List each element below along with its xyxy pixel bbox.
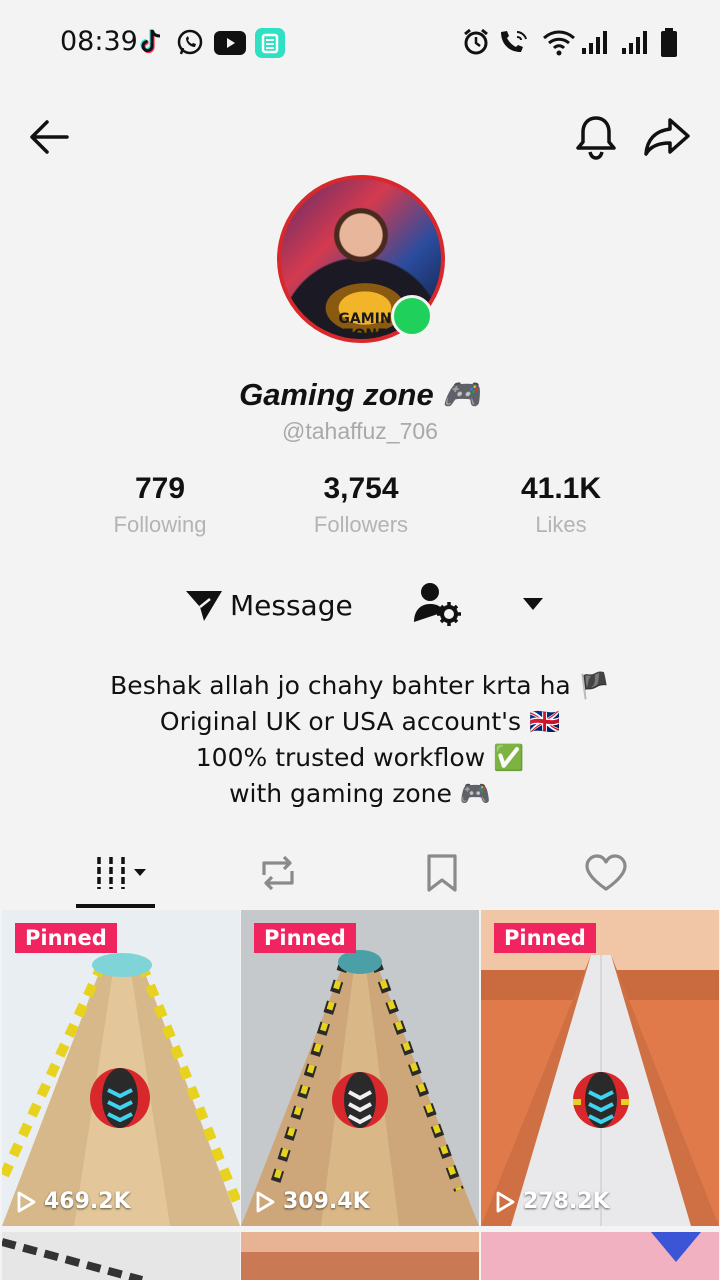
follow-settings-button[interactable]	[412, 580, 464, 630]
bio-line: with gaming zone 🎮	[229, 779, 491, 808]
stat-label: Likes	[535, 512, 587, 537]
bio-line: Beshak allah jo chahy bahter krta ha 🏴	[110, 671, 610, 700]
stat-label: Following	[113, 512, 207, 537]
tiktok-icon	[138, 28, 164, 61]
content-tabs	[0, 838, 720, 910]
status-bar: 08:39	[0, 0, 720, 86]
whatsapp-icon	[175, 28, 205, 63]
active-tab-indicator	[76, 904, 155, 908]
share-button[interactable]	[642, 112, 692, 162]
stat-value: 41.1K	[520, 472, 602, 505]
play-icon	[496, 1191, 515, 1212]
video-thumbnail[interactable]: Pinned 278.2K	[481, 910, 719, 1226]
username: @tahaffuz_706	[282, 418, 438, 444]
status-time: 08:39	[60, 26, 138, 57]
back-arrow-icon	[30, 120, 69, 154]
stat-value: 3,754	[323, 472, 399, 505]
signal-icon	[582, 28, 608, 61]
avatar[interactable]: GAMIN ZONE	[277, 175, 445, 343]
notifications-button[interactable]	[571, 112, 621, 162]
tab-liked[interactable]	[566, 838, 646, 908]
message-label: Message	[230, 588, 353, 622]
stat-value: 779	[134, 472, 186, 505]
video-thumbnail[interactable]	[2, 1232, 240, 1280]
stat-likes[interactable]: 41.1K Likes	[461, 472, 661, 538]
user-settings-icon	[414, 583, 461, 626]
video-thumbnail[interactable]: Pinned 309.4K	[241, 910, 479, 1226]
view-count: 278.2K	[495, 1189, 610, 1214]
message-button[interactable]: Message	[184, 580, 353, 630]
tab-reposts[interactable]	[238, 838, 318, 908]
display-name: Gaming zone 🎮	[239, 377, 481, 412]
game-scene-image	[481, 910, 719, 1226]
profile-header	[0, 100, 720, 170]
profile-actions: Message	[0, 578, 720, 634]
pinned-badge: Pinned	[254, 923, 356, 953]
app-icon	[255, 28, 285, 63]
video-thumbnail[interactable]	[241, 1232, 479, 1280]
view-count-label: 469.2K	[44, 1189, 131, 1214]
stat-following[interactable]: 779 Following	[60, 472, 260, 538]
more-options-button[interactable]	[512, 588, 554, 620]
repost-icon	[262, 855, 294, 891]
game-scene-image	[241, 1232, 479, 1280]
game-scene-image	[2, 910, 240, 1226]
game-scene-image	[2, 1232, 240, 1280]
battery-icon	[660, 28, 678, 63]
signal-icon	[622, 28, 648, 61]
view-count-label: 309.4K	[283, 1189, 370, 1214]
bookmark-icon	[427, 854, 457, 892]
bio: Beshak allah jo chahy bahter krta ha 🏴 O…	[0, 668, 720, 812]
bio-line: Original UK or USA account's 🇬🇧	[159, 707, 561, 736]
grid-columns-icon	[97, 857, 146, 889]
pinned-badge: Pinned	[15, 923, 117, 953]
wifi-icon	[542, 28, 576, 61]
wifi-call-icon	[497, 28, 531, 61]
back-button[interactable]	[24, 112, 74, 162]
game-scene-image	[481, 1232, 719, 1280]
tab-saved[interactable]	[402, 838, 482, 908]
bell-icon	[576, 116, 616, 160]
play-icon	[17, 1191, 36, 1212]
youtube-icon	[214, 31, 246, 60]
online-status-indicator	[391, 295, 433, 337]
video-thumbnail[interactable]: Pinned 469.2K	[2, 910, 240, 1226]
stat-label: Followers	[313, 512, 409, 537]
heart-icon	[585, 854, 627, 891]
view-count: 309.4K	[255, 1189, 370, 1214]
view-count-label: 278.2K	[523, 1189, 610, 1214]
video-thumbnail[interactable]	[481, 1232, 719, 1280]
dropdown-triangle-icon	[523, 598, 543, 610]
tab-videos[interactable]	[84, 838, 164, 908]
stat-followers[interactable]: 3,754 Followers	[261, 472, 461, 538]
pinned-badge: Pinned	[494, 923, 596, 953]
game-scene-image	[241, 910, 479, 1226]
bio-line: 100% trusted workflow ✅	[195, 743, 525, 772]
play-icon	[256, 1191, 275, 1212]
alarm-icon	[462, 28, 490, 61]
send-icon	[186, 591, 222, 621]
share-icon	[644, 118, 690, 156]
view-count: 469.2K	[16, 1189, 131, 1214]
